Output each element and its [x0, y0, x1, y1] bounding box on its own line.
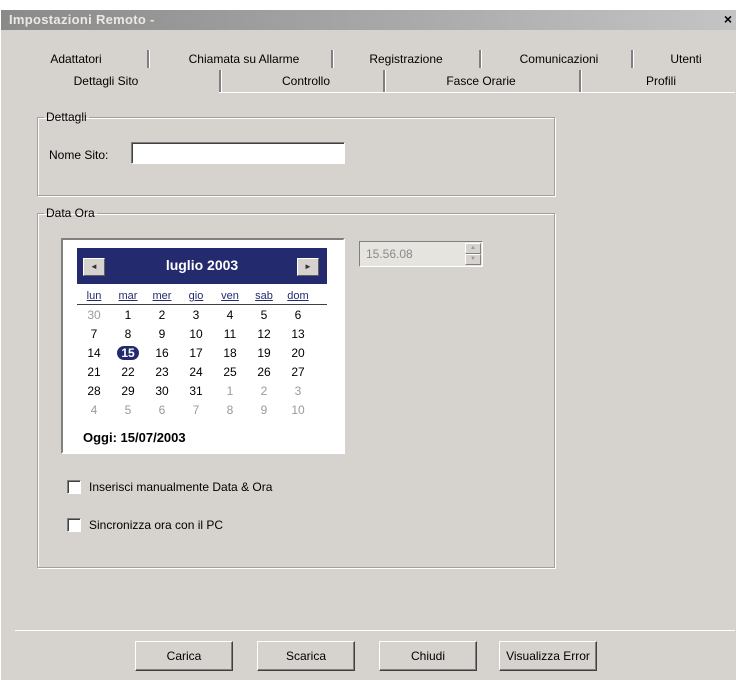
calendar-day[interactable]: 30 [79, 308, 109, 323]
tab-adattatori[interactable]: Adattatori [41, 50, 111, 68]
calendar-day[interactable]: 17 [181, 346, 211, 361]
calendar-day[interactable]: 31 [181, 384, 211, 399]
top-strip [1, 0, 736, 10]
site-name-input[interactable] [131, 142, 345, 164]
calendar-day[interactable]: 5 [113, 403, 143, 418]
tab-separator [147, 50, 150, 68]
calendar-day[interactable]: 9 [249, 403, 279, 418]
calendar-day[interactable]: 16 [147, 346, 177, 361]
calendar-day[interactable]: 8 [113, 327, 143, 342]
scarica-button[interactable]: Scarica [257, 641, 355, 671]
calendar-day[interactable]: 7 [181, 403, 211, 418]
panel-bottom-edge [15, 630, 735, 631]
time-picker[interactable]: 15.56.08 ▲ ▼ [359, 241, 483, 267]
calendar-day[interactable]: 30 [147, 384, 177, 399]
site-name-label: Nome Sito: [49, 148, 109, 162]
calendar-day[interactable]: 6 [283, 308, 313, 323]
today-label[interactable]: Oggi: 15/07/2003 [83, 430, 186, 445]
time-value: 15.56.08 [366, 247, 413, 261]
calendar-day[interactable]: 14 [79, 346, 109, 361]
weekday-label: dom [287, 290, 309, 302]
calendar-day[interactable]: 3 [181, 308, 211, 323]
manual-datetime-checkbox[interactable]: Inserisci manualmente Data & Ora [67, 480, 272, 494]
tab-chiamata-su-allarme[interactable]: Chiamata su Allarme [169, 50, 319, 68]
calendar-day[interactable]: 10 [283, 403, 313, 418]
calendar-day-selected[interactable]: 15 [113, 346, 143, 361]
calendar-day[interactable]: 1 [113, 308, 143, 323]
tab-controllo[interactable]: Controllo [251, 72, 361, 90]
tab-separator [331, 50, 334, 68]
tab-separator [479, 50, 482, 68]
calendar-header: ◄ luglio 2003 ► [77, 248, 327, 284]
next-month-icon[interactable]: ► [297, 258, 319, 276]
manual-datetime-label: Inserisci manualmente Data & Ora [89, 480, 273, 494]
calendar-day[interactable]: 12 [249, 327, 279, 342]
calendar-day[interactable]: 20 [283, 346, 313, 361]
tab-utenti[interactable]: Utenti [651, 50, 721, 68]
settings-window: Impostazioni Remoto - × Adattatori Chiam… [0, 0, 736, 680]
checkbox-box[interactable] [67, 518, 81, 532]
calendar-day[interactable]: 9 [147, 327, 177, 342]
calendar-day[interactable]: 25 [215, 365, 245, 380]
calendar-day[interactable]: 4 [215, 308, 245, 323]
checkbox-box[interactable] [67, 480, 81, 494]
tab-separator [383, 70, 386, 92]
weekday-label: ven [221, 290, 239, 302]
dettagli-legend: Dettagli [46, 110, 87, 124]
calendar-day[interactable]: 24 [181, 365, 211, 380]
calendar-day[interactable]: 11 [215, 327, 245, 342]
calendar-day[interactable]: 21 [79, 365, 109, 380]
calendar-day[interactable]: 5 [249, 308, 279, 323]
chiudi-button[interactable]: Chiudi [379, 641, 477, 671]
calendar-day[interactable]: 19 [249, 346, 279, 361]
tab-fasce-orarie[interactable]: Fasce Orarie [411, 72, 551, 90]
calendar-day[interactable]: 26 [249, 365, 279, 380]
tab-profili[interactable]: Profili [621, 72, 701, 90]
time-up-icon[interactable]: ▲ [465, 243, 481, 254]
sync-pc-label: Sincronizza ora con il PC [89, 518, 224, 532]
calendar-day[interactable]: 7 [79, 327, 109, 342]
calendar-month-label: luglio 2003 [165, 257, 239, 273]
sync-pc-checkbox[interactable]: Sincronizza ora con il PC [67, 518, 223, 532]
tab-separator [579, 70, 582, 92]
calendar-day[interactable]: 18 [215, 346, 245, 361]
weekday-label: gio [188, 290, 204, 302]
selected-day-marker: 15 [117, 346, 139, 360]
calendar-day[interactable]: 28 [79, 384, 109, 399]
close-icon[interactable]: × [721, 11, 735, 27]
date-calendar[interactable]: ◄ luglio 2003 ► lun mar mer gio ven sab … [61, 238, 345, 454]
tab-separator [219, 70, 222, 92]
calendar-day[interactable]: 22 [113, 365, 143, 380]
tab-baseline [219, 92, 735, 93]
time-down-icon[interactable]: ▼ [465, 254, 481, 265]
calendar-day[interactable]: 10 [181, 327, 211, 342]
calendar-day[interactable]: 13 [283, 327, 313, 342]
calendar-day[interactable]: 8 [215, 403, 245, 418]
calendar-day[interactable]: 6 [147, 403, 177, 418]
tab-dettagli-sito[interactable]: Dettagli Sito [51, 72, 161, 90]
window-title: Impostazioni Remoto - [9, 12, 155, 27]
calendar-day[interactable]: 1 [215, 384, 245, 399]
weekday-label: sab [255, 290, 273, 302]
data-ora-legend: Data Ora [46, 206, 95, 220]
weekday-divider [77, 304, 327, 305]
carica-button[interactable]: Carica [135, 641, 233, 671]
calendar-day[interactable]: 2 [249, 384, 279, 399]
calendar-day[interactable]: 29 [113, 384, 143, 399]
calendar-day[interactable]: 23 [147, 365, 177, 380]
weekday-label: mer [152, 290, 172, 302]
calendar-day[interactable]: 27 [283, 365, 313, 380]
tab-comunicazioni[interactable]: Comunicazioni [499, 50, 619, 68]
tab-separator [631, 50, 634, 68]
visualizza-errori-button[interactable]: Visualizza Error [499, 641, 597, 671]
calendar-day[interactable]: 4 [79, 403, 109, 418]
tab-registrazione[interactable]: Registrazione [351, 50, 461, 68]
calendar-day[interactable]: 3 [283, 384, 313, 399]
weekday-label: mar [118, 290, 138, 302]
calendar-day[interactable]: 2 [147, 308, 177, 323]
weekday-label: lun [86, 290, 102, 302]
title-bar[interactable]: Impostazioni Remoto - × [1, 10, 736, 30]
